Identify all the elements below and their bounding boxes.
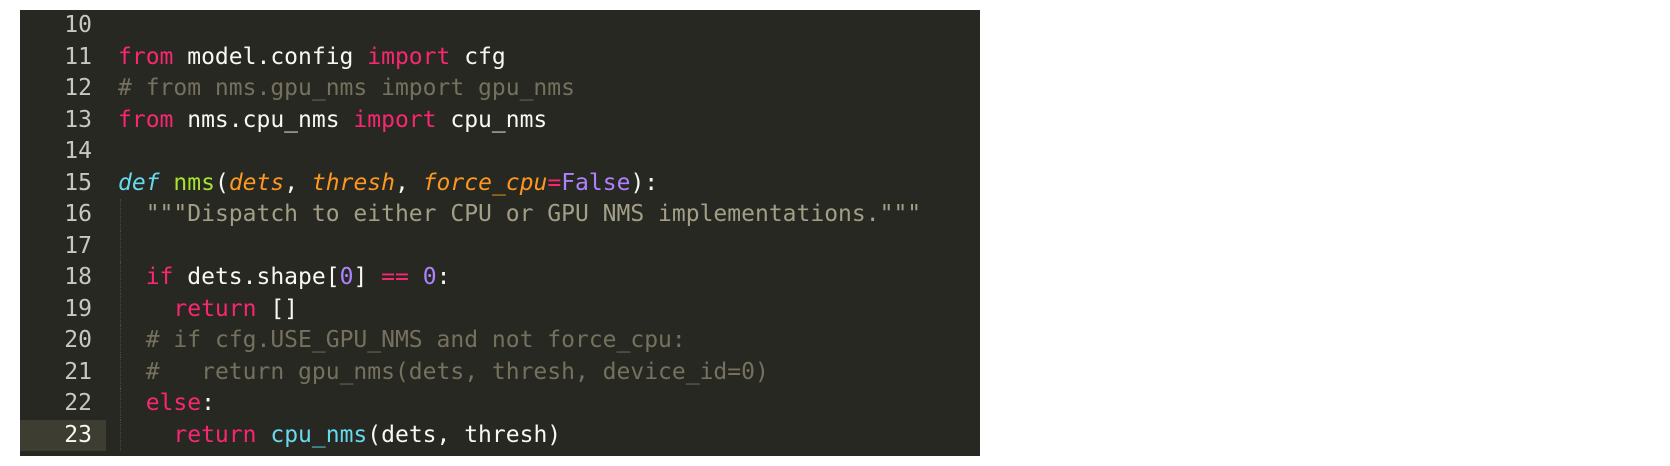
code-token: : <box>436 264 451 290</box>
code-text[interactable]: # from nms.gpu_nms import gpu_nms <box>118 73 575 105</box>
indent-guide <box>120 356 122 388</box>
code-text[interactable]: if dets.shape[0] == 0: <box>118 262 451 294</box>
indent-guide <box>120 262 122 294</box>
indent-guide <box>120 230 122 262</box>
line-number: 15 <box>64 169 92 196</box>
code-token: , <box>395 169 423 196</box>
code-token: from <box>118 43 174 70</box>
code-token: cpu_nms <box>436 106 548 133</box>
line-number: 11 <box>64 43 92 70</box>
indent-guide <box>120 199 122 231</box>
code-token: nms <box>173 169 215 196</box>
code-token: [] <box>256 295 299 322</box>
code-text[interactable]: # return gpu_nms(dets, thresh, device_id… <box>118 357 769 389</box>
indent-guide <box>120 419 122 451</box>
code-token: nms.cpu_nms <box>173 106 354 133</box>
line-number: 18 <box>64 264 92 290</box>
code-line[interactable]: 16 """Dispatch to either CPU or GPU NMS … <box>20 199 980 231</box>
code-line[interactable]: 13 from nms.cpu_nms import cpu_nms <box>20 105 980 137</box>
code-token: 0 <box>339 264 354 290</box>
line-number: 13 <box>64 106 92 133</box>
code-token: cfg <box>450 43 506 70</box>
code-token: # if cfg.USE_GPU_NMS and not force_cpu: <box>145 327 686 353</box>
code-token: import <box>353 106 437 133</box>
code-line[interactable]: 18 if dets.shape[0] == 0: <box>20 262 980 294</box>
code-token: cpu_nms <box>270 421 368 448</box>
code-text[interactable]: from nms.cpu_nms import cpu_nms <box>118 105 547 137</box>
line-number: 20 <box>64 327 92 353</box>
code-line[interactable]: 17 <box>20 230 980 262</box>
code-line[interactable]: 12 # from nms.gpu_nms import gpu_nms <box>20 73 980 105</box>
code-token: else <box>145 390 202 416</box>
code-editor[interactable]: 10 11 from model.config import cfg 12 # from… <box>20 10 980 456</box>
code-line[interactable]: 21 # return gpu_nms(dets, thresh, device… <box>20 356 980 389</box>
code-token: # from nms.gpu_nms import gpu_nms <box>118 75 575 101</box>
code-line[interactable]: 11 from model.config import cfg <box>20 42 980 74</box>
code-token: = <box>547 169 562 196</box>
code-token: (dets, thresh) <box>367 421 562 448</box>
code-token: ): <box>630 169 659 196</box>
code-text[interactable]: from model.config import cfg <box>118 42 506 74</box>
line-number: 19 <box>64 295 92 322</box>
code-token: False <box>561 169 631 196</box>
code-line[interactable]: 10 <box>20 10 980 42</box>
code-token: 0 <box>422 264 437 290</box>
indent-guide <box>120 293 122 325</box>
code-token: return <box>173 421 257 448</box>
code-line[interactable]: 19 return [] <box>20 293 980 326</box>
code-text[interactable]: else: <box>118 388 215 420</box>
code-text[interactable]: # if cfg.USE_GPU_NMS and not force_cpu: <box>118 325 686 357</box>
indent-guide <box>120 388 122 420</box>
code-token: == <box>381 264 409 290</box>
line-number: 14 <box>64 138 92 164</box>
line-number: 22 <box>64 390 92 416</box>
line-number: 10 <box>64 12 92 38</box>
code-token: dets <box>228 169 285 196</box>
code-text[interactable]: """Dispatch to either CPU or GPU NMS imp… <box>118 199 921 231</box>
code-token: dets.shape[ <box>173 264 340 290</box>
code-token: if <box>145 264 174 290</box>
code-token: model.config <box>173 43 368 70</box>
code-line[interactable]: 23 return cpu_nms(dets, thresh) <box>20 419 980 452</box>
code-line[interactable]: 14 <box>20 136 980 168</box>
code-token: ] <box>353 264 382 290</box>
line-number: 12 <box>64 75 92 101</box>
code-line[interactable]: 22 else: <box>20 388 980 420</box>
line-number: 21 <box>64 358 92 385</box>
code-token: """Dispatch to either CPU or GPU NMS imp… <box>145 201 922 227</box>
code-token: force_cpu <box>422 169 548 196</box>
code-text[interactable]: return [] <box>118 294 298 326</box>
code-line[interactable]: 20 # if cfg.USE_GPU_NMS and not force_cp… <box>20 325 980 357</box>
code-text[interactable]: def nms(dets, thresh, force_cpu=False): <box>118 168 658 200</box>
code-line[interactable]: 15 def nms(dets, thresh, force_cpu=False)… <box>20 168 980 200</box>
indent-guide <box>120 325 122 357</box>
code-text[interactable]: return cpu_nms(dets, thresh) <box>118 420 561 452</box>
code-token: : <box>201 390 215 416</box>
line-number: 23 <box>20 419 106 451</box>
code-token: return <box>173 295 257 322</box>
line-number: 16 <box>64 201 92 227</box>
code-token: from <box>118 106 174 133</box>
line-number: 17 <box>64 232 92 259</box>
code-token: def <box>118 169 160 196</box>
code-token: , <box>284 169 312 196</box>
code-token: # return gpu_nms(dets, thresh, device_id… <box>145 358 769 385</box>
code-token: import <box>367 43 451 70</box>
code-token: ( <box>214 169 229 196</box>
code-token: thresh <box>311 169 395 196</box>
